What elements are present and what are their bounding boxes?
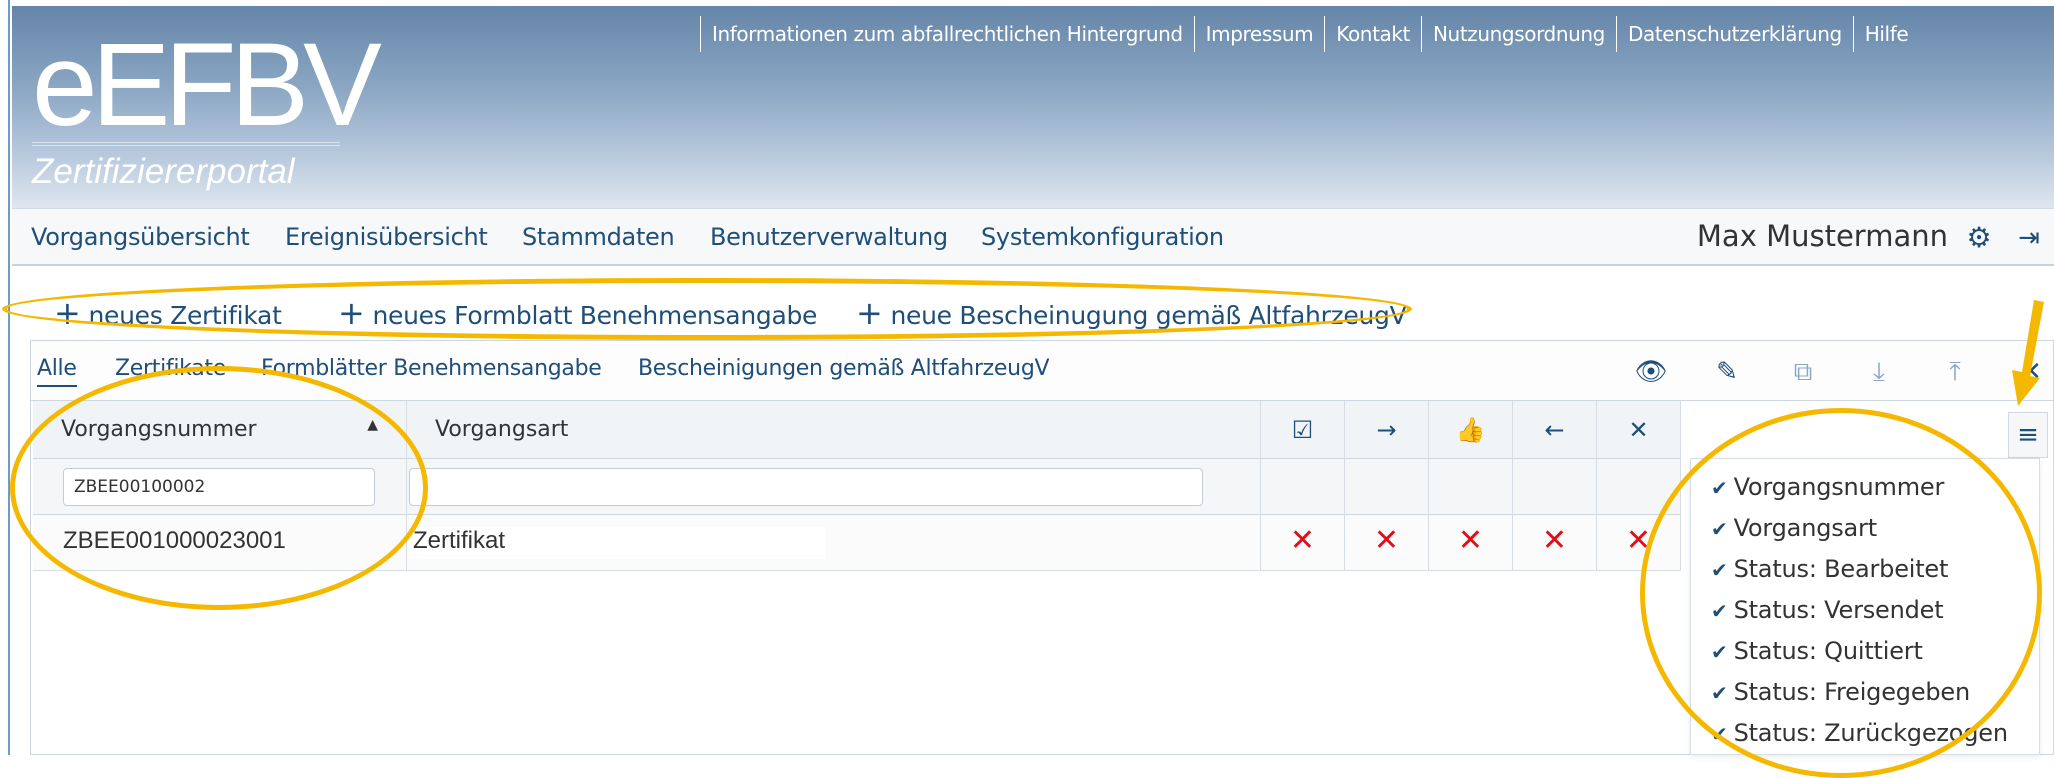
page-header: eEFBV Zertifiziererportal Informationen … xyxy=(12,6,2054,208)
col-header-vorgangsart[interactable]: Vorgangsart xyxy=(407,401,1261,459)
nav-vorgangsuebersicht[interactable]: Vorgangsübersicht xyxy=(31,223,250,251)
top-links: Informationen zum abfallrechtlichen Hint… xyxy=(700,16,1919,52)
status-x-icon: ✕ xyxy=(1541,523,1568,558)
status-x-icon: ✕ xyxy=(1373,523,1400,558)
status-zurueckgezogen-cell: ✕ xyxy=(1597,515,1681,571)
portal-subtitle: Zertifiziererportal xyxy=(32,152,295,191)
check-icon: ✔ xyxy=(1711,599,1728,623)
check-icon: ✔ xyxy=(1711,558,1728,582)
plus-icon: + xyxy=(856,294,883,332)
vorgang-table: Vorgangsnummer ▲ Vorgangsart ☑ → 👍 ← ✕ Z… xyxy=(33,401,1681,756)
new-bescheinigung-button[interactable]: + neue Bescheinugung gemäß AltfahrzeugV xyxy=(856,294,1407,332)
eye-icon[interactable]: 👁 xyxy=(1634,355,1668,389)
check-icon: ✔ xyxy=(1711,517,1728,541)
column-toggle-label: Status: Bearbeitet xyxy=(1733,555,1949,583)
column-toggle-label: Status: Quittiert xyxy=(1733,637,1923,665)
column-toggle-zurueckgezogen[interactable]: ✔ Status: Zurückgezogen xyxy=(1711,719,2008,747)
nav-benutzerverwaltung[interactable]: Benutzerverwaltung xyxy=(710,223,948,251)
column-toggle-vorgangsnummer[interactable]: ✔ Vorgangsnummer xyxy=(1711,473,1944,501)
arrow-left-icon[interactable]: ← xyxy=(1513,401,1597,459)
column-toggle-label: Vorgangsnummer xyxy=(1733,473,1945,501)
logo: eEFBV xyxy=(32,19,382,151)
upload-icon[interactable]: ⤒ xyxy=(1938,355,1972,389)
link-datenschutz[interactable]: Datenschutzerklärung xyxy=(1615,16,1853,52)
nav-ereignisuebersicht[interactable]: Ereignisübersicht xyxy=(285,223,488,251)
vorgangsart-value: Zertifikat xyxy=(409,527,825,559)
gear-icon[interactable]: ⚙ xyxy=(1964,223,1994,253)
link-nutzungsordnung[interactable]: Nutzungsordnung xyxy=(1421,16,1616,52)
status-x-icon: ✕ xyxy=(1625,523,1652,558)
pencil-icon[interactable]: ✎ xyxy=(1710,355,1744,389)
check-icon: ✔ xyxy=(1711,640,1728,664)
filter-vorgangsart-input[interactable] xyxy=(409,468,1203,506)
col-header-vorgangsnummer[interactable]: Vorgangsnummer ▲ xyxy=(33,401,407,459)
thumbs-up-icon[interactable]: 👍 xyxy=(1429,401,1513,459)
column-toggle-freigegeben[interactable]: ✔ Status: Freigegeben xyxy=(1711,678,1970,706)
nav-systemkonfiguration[interactable]: Systemkonfiguration xyxy=(981,223,1224,251)
status-freigegeben-cell: ✕ xyxy=(1513,515,1597,571)
column-toggle-label: Status: Freigegeben xyxy=(1733,678,1971,706)
col-header-label: Vorgangsart xyxy=(435,417,569,442)
annotation-arrow xyxy=(2012,300,2044,406)
link-hilfe[interactable]: Hilfe xyxy=(1852,16,1920,52)
filter-cell-vorgangsart xyxy=(407,459,1261,515)
column-toggle-label: Vorgangsart xyxy=(1733,514,1878,542)
vorgangsnummer-value: ZBEE001000023001 xyxy=(63,527,286,554)
tab-bescheinigungen[interactable]: Bescheinigungen gemäß AltfahrzeugV xyxy=(638,356,1050,381)
column-toggle-versendet[interactable]: ✔ Status: Versendet xyxy=(1711,596,1944,624)
tab-alle[interactable]: Alle xyxy=(37,356,77,387)
tab-formblaetter[interactable]: Formblätter Benehmensangabe xyxy=(261,356,602,381)
window-left-frame xyxy=(0,0,10,755)
column-toggle-quittiert[interactable]: ✔ Status: Quittiert xyxy=(1711,637,1923,665)
status-x-icon: ✕ xyxy=(1457,523,1484,558)
table-row-vorgangsnummer[interactable]: ZBEE001000023001 xyxy=(33,515,407,571)
col-header-label: Vorgangsnummer xyxy=(61,417,257,442)
column-chooser-menu: ✔ Vorgangsnummer ✔ Vorgangsart ✔ Status: Be… xyxy=(1690,458,2040,755)
filter-vorgangsnummer-input[interactable] xyxy=(63,468,375,506)
check-icon: ✔ xyxy=(1711,476,1728,500)
copy-icon[interactable]: ⧉ xyxy=(1786,355,1820,389)
clipboard-check-icon[interactable]: ☑ xyxy=(1261,401,1345,459)
filter-cell-empty xyxy=(1429,459,1513,515)
link-hintergrund[interactable]: Informationen zum abfallrechtlichen Hint… xyxy=(700,16,1194,52)
column-toggle-bearbeitet[interactable]: ✔ Status: Bearbeitet xyxy=(1711,555,1948,583)
status-x-icon: ✕ xyxy=(1289,523,1316,558)
column-toggle-label: Status: Zurückgezogen xyxy=(1733,719,2009,747)
status-versendet-cell: ✕ xyxy=(1345,515,1429,571)
sort-asc-icon: ▲ xyxy=(367,417,378,433)
status-bearbeitet-cell: ✕ xyxy=(1261,515,1345,571)
filter-cell-empty xyxy=(1513,459,1597,515)
new-formblatt-button[interactable]: + neues Formblatt Benehmensangabe xyxy=(338,294,817,332)
logout-icon[interactable]: ⇥ xyxy=(2014,223,2044,253)
plus-icon: + xyxy=(54,294,81,332)
link-kontakt[interactable]: Kontakt xyxy=(1324,16,1421,52)
filter-tabs: Alle Zertifikate Formblätter Benehmensan… xyxy=(31,341,2053,401)
plus-icon: + xyxy=(338,294,365,332)
check-icon: ✔ xyxy=(1711,722,1728,746)
new-zertifikat-label: neues Zertifikat xyxy=(88,301,282,330)
download-icon[interactable]: ⤓ xyxy=(1862,355,1896,389)
user-name[interactable]: Max Mustermann xyxy=(1697,219,1948,253)
new-zertifikat-button[interactable]: + neues Zertifikat xyxy=(54,294,282,332)
tab-zertifikate[interactable]: Zertifikate xyxy=(115,356,226,381)
filter-cell-empty xyxy=(1345,459,1429,515)
arrow-right-icon[interactable]: → xyxy=(1345,401,1429,459)
column-toggle-vorgangsart[interactable]: ✔ Vorgangsart xyxy=(1711,514,1877,542)
check-icon: ✔ xyxy=(1711,681,1728,705)
nav-stammdaten[interactable]: Stammdaten xyxy=(522,223,675,251)
status-quittiert-cell: ✕ xyxy=(1429,515,1513,571)
filter-cell-empty xyxy=(1597,459,1681,515)
table-row-vorgangsart[interactable]: Zertifikat xyxy=(407,515,1261,571)
close-icon[interactable]: ✕ xyxy=(1597,401,1681,459)
column-toggle-label: Status: Versendet xyxy=(1733,596,1944,624)
logo-divider xyxy=(32,142,340,146)
hamburger-menu-icon[interactable]: ≡ xyxy=(2008,412,2048,458)
main-nav: Vorgangsübersicht Ereignisübersicht Stam… xyxy=(12,208,2054,266)
new-bescheinigung-label: neue Bescheinugung gemäß AltfahrzeugV xyxy=(890,301,1407,330)
filter-cell-vorgangsnummer xyxy=(33,459,407,515)
filter-cell-empty xyxy=(1261,459,1345,515)
link-impressum[interactable]: Impressum xyxy=(1193,16,1325,52)
new-formblatt-label: neues Formblatt Benehmensangabe xyxy=(372,301,818,330)
